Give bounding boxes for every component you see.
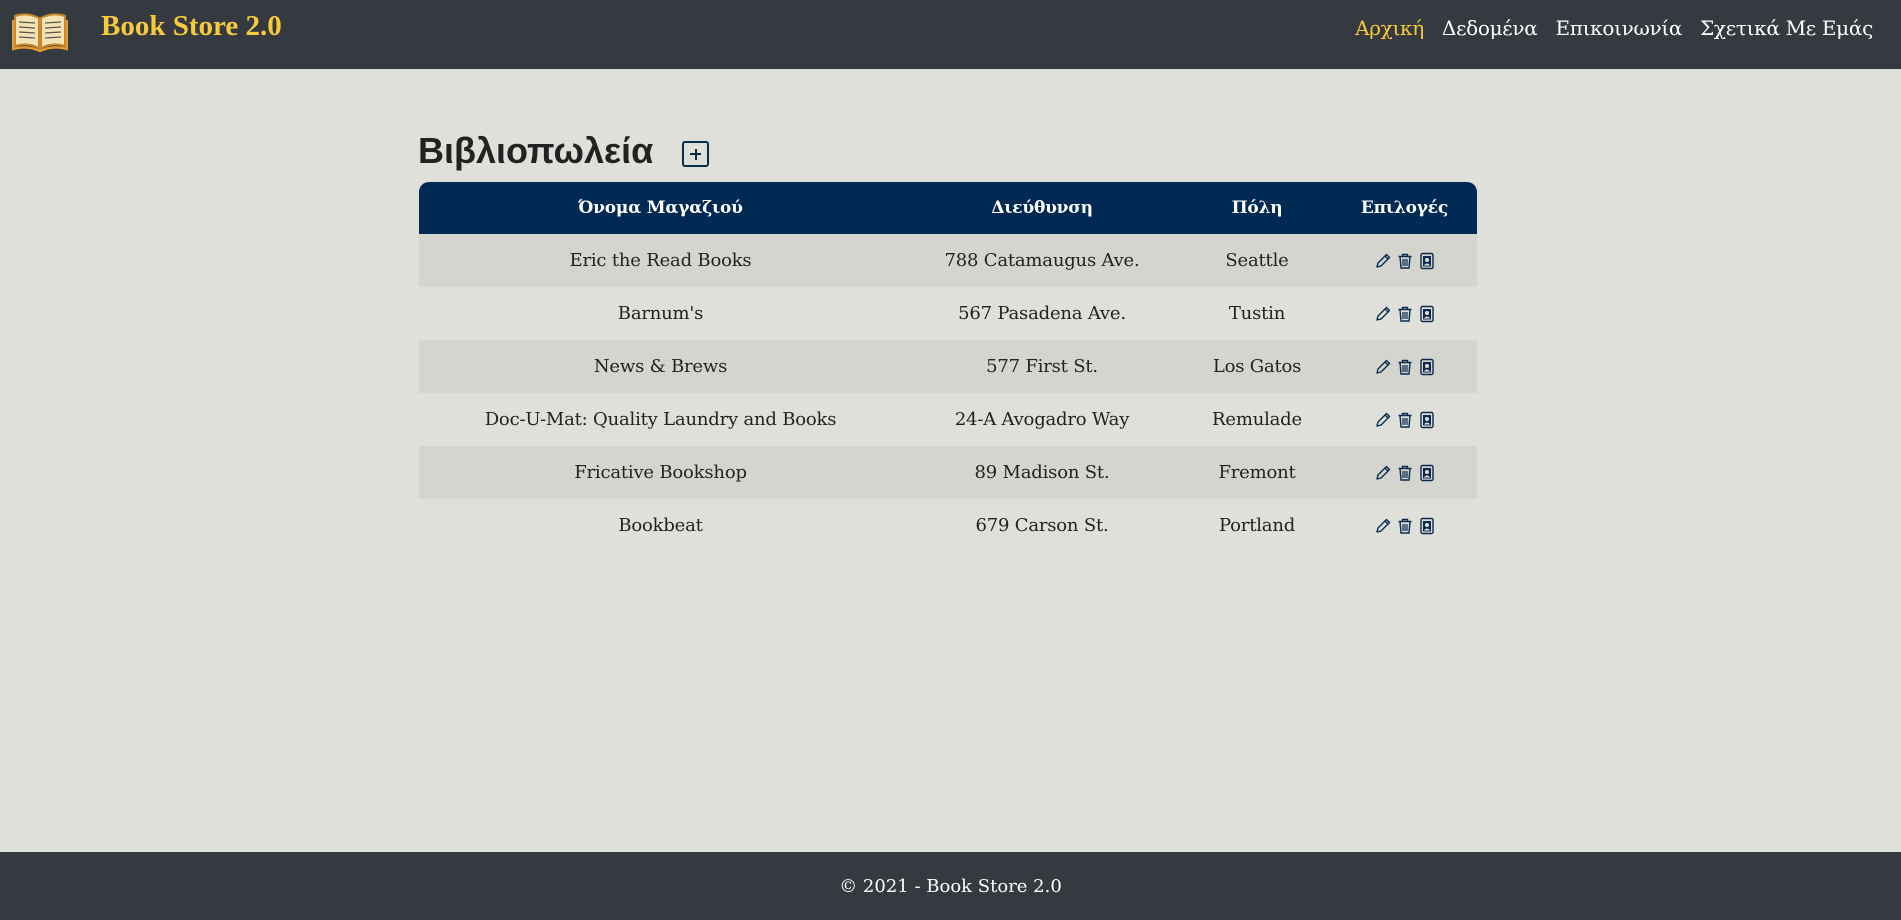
column-header-options: Επιλογές	[1360, 198, 1449, 218]
cell-store-name: Bookbeat	[618, 515, 703, 536]
cell-city: Remulade	[1212, 409, 1302, 430]
cell-actions	[1332, 358, 1477, 376]
cell-store-name: Barnum's	[617, 303, 704, 324]
pencil-icon	[1374, 465, 1392, 487]
delete-button[interactable]	[1396, 464, 1414, 482]
person-badge-icon	[1418, 411, 1436, 434]
person-badge-icon	[1418, 305, 1436, 328]
person-badge-icon	[1418, 464, 1436, 487]
cell-city: Fremont	[1218, 462, 1296, 483]
page-title: Βιβλιοπωλεία	[418, 130, 654, 171]
add-bookstore-button[interactable]	[682, 141, 709, 167]
delete-button[interactable]	[1396, 252, 1414, 270]
cell-address: 89 Madison St.	[974, 462, 1110, 483]
trash-icon	[1396, 306, 1414, 328]
table-row: Bookbeat 679 Carson St. Portland	[419, 499, 1477, 552]
cell-actions	[1332, 464, 1477, 482]
cell-city: Seattle	[1225, 250, 1289, 271]
trash-icon	[1396, 253, 1414, 275]
table-body: Eric the Read Books 788 Catamaugus Ave. Se…	[419, 234, 1477, 552]
footer: © 2021 - Book Store 2.0	[0, 852, 1901, 920]
details-button[interactable]	[1418, 464, 1436, 482]
edit-button[interactable]	[1374, 252, 1392, 270]
delete-button[interactable]	[1396, 358, 1414, 376]
table-row: News & Brews 577 First St. Los Gatos	[419, 340, 1477, 393]
trash-icon	[1396, 465, 1414, 487]
cell-store-name: News & Brews	[593, 356, 728, 377]
edit-button[interactable]	[1374, 305, 1392, 323]
details-button[interactable]	[1418, 358, 1436, 376]
cell-address: 577 First St.	[986, 356, 1098, 377]
table-row: Barnum's 567 Pasadena Ave. Tustin	[419, 287, 1477, 340]
cell-address: 679 Carson St.	[975, 515, 1109, 536]
column-header-address: Διεύθυνση	[991, 198, 1093, 218]
pencil-icon	[1374, 306, 1392, 328]
table-row: Fricative Bookshop 89 Madison St. Fremont	[419, 446, 1477, 499]
nav-item-about[interactable]: Σχετικά Με Εμάς	[1700, 16, 1873, 40]
details-button[interactable]	[1418, 252, 1436, 270]
details-button[interactable]	[1418, 517, 1436, 535]
delete-button[interactable]	[1396, 517, 1414, 535]
cell-city: Tustin	[1228, 303, 1286, 324]
table-header: Όνομα Μαγαζιού Διεύθυνση Πόλη Επιλογές	[419, 182, 1477, 234]
nav-menu: Αρχική Δεδομένα Επικοινωνία Σχετικά Με Ε…	[1355, 16, 1873, 40]
table-row: Eric the Read Books 788 Catamaugus Ave. Se…	[419, 234, 1477, 287]
person-badge-icon	[1418, 517, 1436, 540]
cell-actions	[1332, 517, 1477, 535]
delete-button[interactable]	[1396, 411, 1414, 429]
cell-actions	[1332, 411, 1477, 429]
cell-store-name: Fricative Bookshop	[574, 462, 747, 483]
cell-address: 24-A Avogadro Way	[954, 409, 1130, 430]
cell-address: 788 Catamaugus Ave.	[944, 250, 1140, 271]
nav-item-contact[interactable]: Επικοινωνία	[1555, 16, 1682, 40]
nav-item-home[interactable]: Αρχική	[1355, 16, 1424, 40]
cell-actions	[1332, 305, 1477, 323]
open-book-icon[interactable]	[12, 8, 68, 52]
pencil-icon	[1374, 518, 1392, 540]
column-header-name: Όνομα Μαγαζιού	[578, 198, 743, 218]
edit-button[interactable]	[1374, 358, 1392, 376]
cell-store-name: Eric the Read Books	[569, 250, 752, 271]
pencil-icon	[1374, 359, 1392, 381]
cell-address: 567 Pasadena Ave.	[958, 303, 1126, 324]
trash-icon	[1396, 412, 1414, 434]
footer-copyright: © 2021 - Book Store 2.0	[839, 875, 1062, 897]
cell-actions	[1332, 252, 1477, 270]
edit-button[interactable]	[1374, 517, 1392, 535]
edit-button[interactable]	[1374, 411, 1392, 429]
trash-icon	[1396, 518, 1414, 540]
nav-item-data[interactable]: Δεδομένα	[1442, 16, 1538, 40]
trash-icon	[1396, 359, 1414, 381]
details-button[interactable]	[1418, 411, 1436, 429]
details-button[interactable]	[1418, 305, 1436, 323]
cell-city: Portland	[1218, 515, 1296, 536]
cell-store-name: Doc-U-Mat: Quality Laundry and Books	[484, 409, 837, 430]
brand-title[interactable]: Book Store 2.0	[101, 10, 282, 43]
delete-button[interactable]	[1396, 305, 1414, 323]
cell-city: Los Gatos	[1212, 356, 1302, 377]
person-badge-icon	[1418, 358, 1436, 381]
column-header-city: Πόλη	[1231, 198, 1283, 218]
edit-button[interactable]	[1374, 464, 1392, 482]
person-badge-icon	[1418, 252, 1436, 275]
pencil-icon	[1374, 412, 1392, 434]
pencil-icon	[1374, 253, 1392, 275]
table-row: Doc-U-Mat: Quality Laundry and Books 24-A…	[419, 393, 1477, 446]
top-navbar: Book Store 2.0 Αρχική Δεδομένα Επικοινων…	[0, 0, 1901, 69]
bookstores-table: Όνομα Μαγαζιού Διεύθυνση Πόλη Επιλογές E…	[419, 182, 1477, 552]
